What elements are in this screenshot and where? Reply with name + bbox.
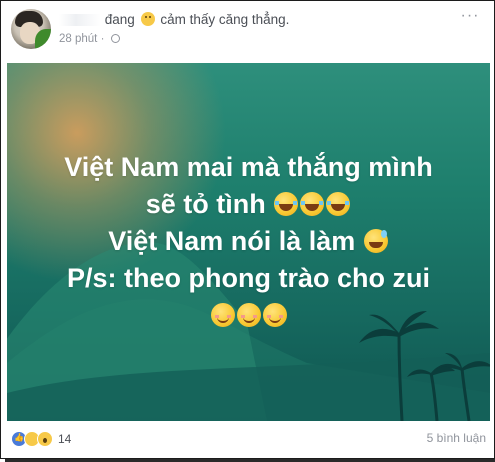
- message-line-3: Việt Nam nói là làm: [7, 223, 490, 260]
- message-line-2-text: sẽ tỏ tình: [145, 189, 266, 219]
- more-dots-icon[interactable]: ···: [458, 8, 482, 24]
- message-line-3-text: Việt Nam nói là làm: [108, 226, 356, 256]
- author-name-redacted[interactable]: [59, 14, 101, 27]
- feeling-text: cảm thấy căng thẳng.: [160, 12, 290, 27]
- avatar-leaf: [35, 29, 51, 49]
- post-header: đang cảm thấy căng thẳng. 28 phút · ···: [11, 8, 486, 49]
- message-line-2: sẽ tỏ tình: [7, 186, 490, 223]
- message-line-4-text: P/s: theo phong trào cho zui: [67, 263, 430, 293]
- smiling-blush-emoji-icon: [236, 303, 261, 327]
- smiling-blush-emoji-icon: [262, 303, 287, 327]
- reactions-summary[interactable]: 14: [11, 431, 71, 447]
- laughing-tears-emoji-icon: [326, 192, 351, 216]
- smiling-blush-emoji-icon: [210, 303, 235, 327]
- message-line-1-text: Việt Nam mai mà thắng mình: [64, 152, 433, 182]
- post-meta: 28 phút ·: [59, 33, 120, 45]
- post-frame: đang cảm thấy căng thẳng. 28 phút · ···: [0, 0, 495, 462]
- laughing-tears-emoji-icon: [274, 192, 299, 216]
- laughing-tears-emoji-icon: [300, 192, 325, 216]
- post-message: Việt Nam mai mà thắng mình sẽ tỏ tình Vi…: [7, 149, 490, 334]
- message-line-5: [7, 297, 490, 334]
- message-line-1: Việt Nam mai mà thắng mình: [7, 149, 490, 186]
- globe-icon[interactable]: [110, 34, 120, 43]
- post-time[interactable]: 28 phút: [59, 33, 97, 45]
- reaction-count: 14: [58, 432, 72, 446]
- grinning-sweat-emoji-icon: [363, 229, 388, 253]
- message-line-4: P/s: theo phong trào cho zui: [7, 260, 490, 297]
- stressed-emoji-icon: [140, 12, 155, 26]
- post-background-card: Việt Nam mai mà thắng mình sẽ tỏ tình Vi…: [7, 63, 490, 421]
- status-text: đang: [104, 12, 135, 27]
- comments-count-link[interactable]: 5 bình luận: [427, 431, 486, 445]
- post-footer: 14 5 bình luận: [11, 431, 486, 449]
- avatar[interactable]: [11, 9, 51, 49]
- wow-icon: [37, 431, 53, 447]
- status-line: đang cảm thấy căng thẳng.: [59, 12, 289, 27]
